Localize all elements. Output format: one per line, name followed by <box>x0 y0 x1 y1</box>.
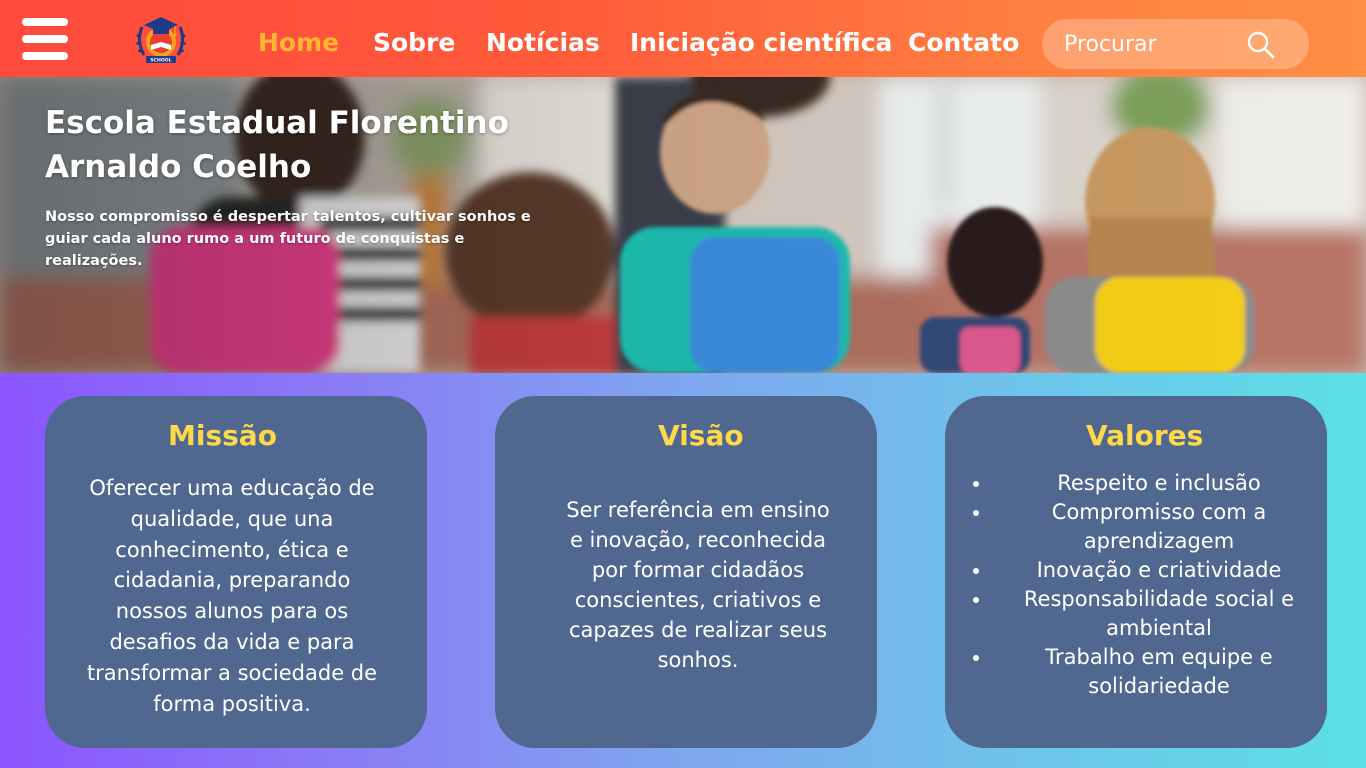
search-bar <box>1042 19 1309 69</box>
values-list-item: Inovação e criatividade <box>969 556 1309 585</box>
bullet-icon <box>973 510 979 516</box>
search-input[interactable] <box>1062 27 1242 61</box>
hamburger-menu-icon[interactable] <box>22 18 68 60</box>
vision-card: Visão Ser referência em ensino e inovaçã… <box>495 396 877 748</box>
bullet-icon <box>973 568 979 574</box>
mission-card: Missão Oferecer uma educação de qualidad… <box>45 396 427 748</box>
hero-tagline: Nosso compromisso é despertar talentos, … <box>45 209 531 269</box>
values-list: Respeito e inclusão Compromisso com a ap… <box>969 469 1309 701</box>
values-list-item: Responsabilidade social e ambiental <box>969 585 1309 643</box>
mission-text: Oferecer uma educação de qualidade, que … <box>86 476 378 716</box>
nav-link-noticias[interactable]: Notícias <box>486 26 600 60</box>
svg-text:SCHOOL: SCHOOL <box>150 58 171 64</box>
values-card: Valores Respeito e inclusão Compromisso … <box>945 396 1327 748</box>
hero-banner: Escola Estadual Florentino Arnaldo Coelh… <box>0 77 1366 373</box>
nav-link-contato[interactable]: Contato <box>908 26 1019 60</box>
values-title: Valores <box>1086 419 1204 452</box>
values-list-item: Compromisso com a aprendizagem <box>969 498 1309 556</box>
vision-text: Ser referência em ensino e inovação, rec… <box>566 498 830 672</box>
mission-vision-values-section: Missão Oferecer uma educação de qualidad… <box>0 373 1366 768</box>
search-icon[interactable] <box>1245 29 1277 61</box>
values-list-item: Respeito e inclusão <box>969 469 1309 498</box>
values-list-item: Trabalho em equipe e solidariedade <box>969 643 1309 701</box>
nav-link-iniciacao-cientifica[interactable]: Iniciação científica <box>630 26 892 60</box>
mission-title: Missão <box>168 419 277 452</box>
nav-link-home[interactable]: Home <box>258 26 339 60</box>
nav-link-sobre[interactable]: Sobre <box>373 26 455 60</box>
bullet-icon <box>973 655 979 661</box>
bullet-icon <box>973 481 979 487</box>
school-name-heading: Escola Estadual Florentino Arnaldo Coelh… <box>45 105 509 185</box>
vision-title: Visão <box>658 419 744 452</box>
bullet-icon <box>973 597 979 603</box>
school-logo[interactable]: SCHOOL <box>132 11 190 65</box>
top-navbar: SCHOOL Home Sobre Notícias Iniciação cie… <box>0 0 1366 77</box>
